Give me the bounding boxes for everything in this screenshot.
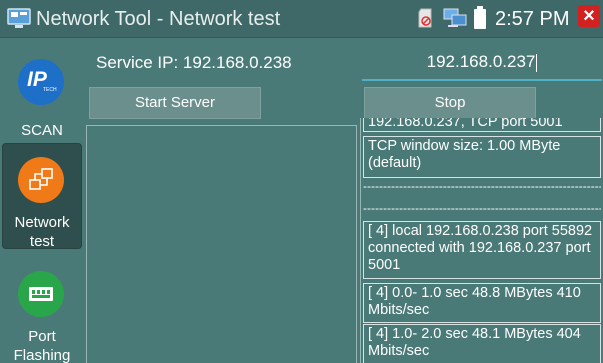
sidebar-item-label: Port Flashing (13, 328, 71, 363)
ethernet-port-icon (29, 287, 53, 301)
log-line: TCP window size: 1.00 MByte (default) (363, 136, 601, 178)
close-button[interactable]: × (578, 5, 600, 27)
log-line: 192.168.0.237, TCP port 5001 (363, 118, 601, 132)
title-bar: Network Tool - Network test 2:57 PM × (0, 0, 603, 38)
network-status-icon (443, 8, 467, 27)
service-ip-label: Service IP: 192.168.0.238 (96, 53, 292, 72)
log-separator: ----------------------------------------… (363, 201, 601, 215)
text-caret (536, 53, 538, 72)
server-output-panel (86, 125, 357, 363)
stop-button[interactable]: Stop (364, 87, 536, 119)
sidebar-item-port-flashing[interactable]: Port Flashing (2, 255, 82, 363)
log-line: [ 4] 1.0- 2.0 sec 48.1 MBytes 404 Mbits/… (363, 324, 601, 363)
client-log-panel[interactable]: 192.168.0.237, TCP port 5001 TCP window … (360, 118, 603, 363)
sidebar-item-label: Network test (14, 214, 70, 250)
start-server-button[interactable]: Start Server (89, 87, 261, 119)
app-monitor-icon (7, 8, 31, 28)
log-line: [ 4] 0.0- 1.0 sec 48.8 MBytes 410 Mbits/… (363, 283, 601, 323)
window-title: Network Tool - Network test (36, 8, 281, 30)
sidebar-item-label: SCAN (21, 122, 63, 139)
clock: 2:57 PM (495, 8, 570, 30)
network-icon (18, 157, 64, 203)
sidebar-item-network-test[interactable]: Network test (2, 143, 82, 250)
battery-icon (474, 6, 486, 29)
sd-card-icon (418, 8, 432, 28)
port-icon (18, 271, 64, 317)
target-ip-input[interactable]: 192.168.0.237 (362, 43, 602, 81)
log-separator: ----------------------------------------… (363, 179, 601, 193)
sidebar: IP TECH SCAN Network test Port Flashing (0, 39, 84, 363)
ip-scan-icon: IP TECH (18, 59, 64, 105)
log-line: [ 4] local 192.168.0.238 port 55892 conn… (363, 221, 601, 279)
sidebar-item-scan[interactable]: IP TECH SCAN (2, 41, 82, 141)
network-nodes-icon (29, 168, 53, 190)
